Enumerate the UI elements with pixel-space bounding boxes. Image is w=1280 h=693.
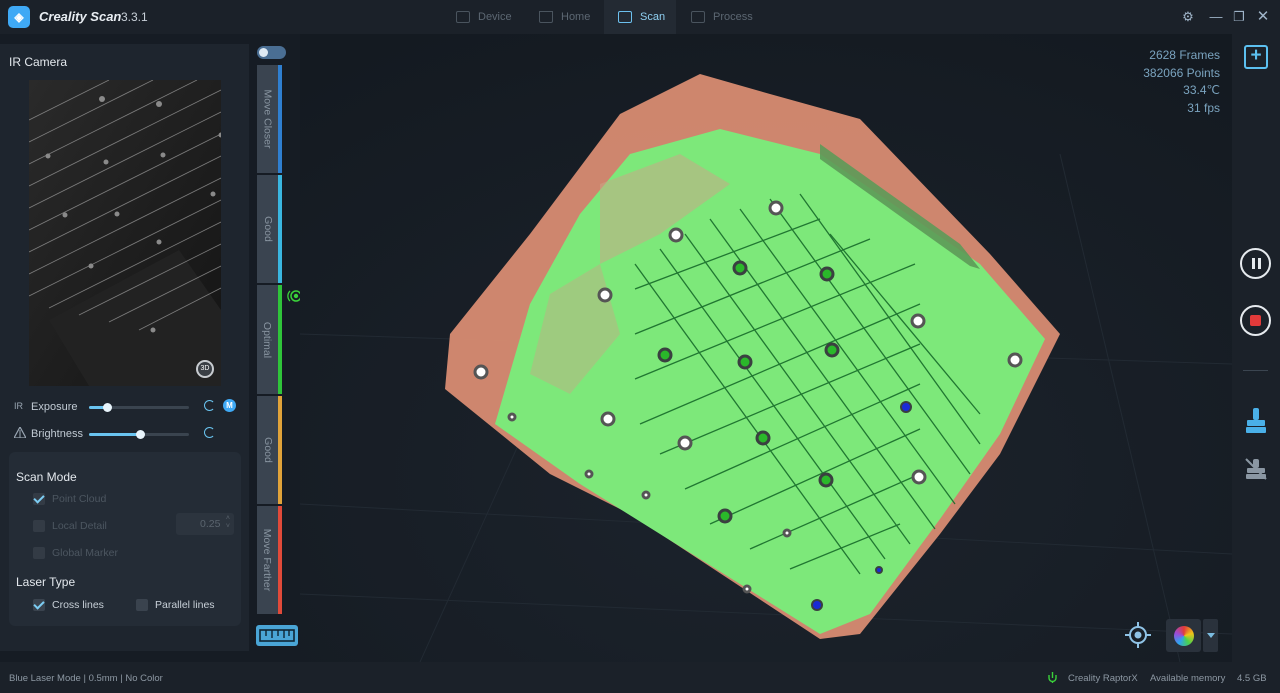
tab-home[interactable]: Home — [528, 0, 604, 34]
global-marker-label: Global Marker — [52, 547, 118, 559]
color-wheel-icon — [1174, 626, 1194, 646]
device-name: Creality RaptorX — [1068, 673, 1138, 684]
app-window: ◈ Creality Scan 3.3.1 Device Home Scan P… — [0, 0, 1280, 693]
spin-arrows-icon[interactable]: ˄ ˅ — [226, 515, 230, 531]
scan-stats: 2628 Frames 382066 Points 33.4℃ 31 fps — [1143, 47, 1220, 117]
ir-laser-lines — [29, 80, 221, 386]
temperature-stat: 33.4℃ — [1183, 83, 1220, 97]
point-cloud-checkbox[interactable] — [33, 493, 45, 505]
ir-camera-preview: 3D — [29, 80, 221, 386]
brightness-icon — [14, 427, 26, 438]
cross-lines-label: Cross lines — [52, 599, 104, 611]
toolbar-divider — [1243, 370, 1268, 371]
settings-gear-icon[interactable]: ⚙ — [1180, 9, 1196, 25]
local-detail-label: Local Detail — [52, 520, 107, 532]
scan-settings-box: Scan Mode Point Cloud Local Detail 0.25 … — [9, 452, 241, 626]
laser-type-title: Laser Type — [16, 575, 76, 589]
tab-scan[interactable]: Scan — [604, 0, 676, 34]
left-panel: IR Camera 3D IR Exposure M Brightness Sc… — [0, 44, 249, 651]
option-parallel-lines[interactable]: Parallel lines — [136, 598, 215, 612]
points-stat: 382066 Points — [1143, 65, 1220, 80]
status-bar: Blue Laser Mode | 0.5mm | No Color Creal… — [0, 662, 1280, 693]
tab-device[interactable]: Device — [444, 0, 524, 34]
option-global-marker[interactable]: Global Marker — [33, 546, 118, 560]
process-icon — [691, 11, 705, 23]
scan-3d-viewport[interactable] — [299, 34, 1233, 663]
tab-home-label: Home — [561, 11, 591, 23]
distance-label: Good — [261, 437, 274, 463]
brightness-slider[interactable] — [89, 430, 189, 439]
distance-segment-good-near: Good — [257, 175, 282, 283]
app-name: Creality Scan — [39, 9, 122, 24]
device-icon — [456, 11, 470, 23]
distance-segment-good-far: Good — [257, 396, 282, 504]
stop-button[interactable] — [1240, 305, 1271, 336]
distance-label: Move Farther — [261, 528, 274, 592]
brightness-slider-handle[interactable] — [136, 430, 145, 439]
local-detail-value: 0.25 — [200, 518, 221, 530]
frames-stat: 2628 Frames — [1149, 48, 1220, 62]
local-detail-spinbox[interactable]: 0.25 ˄ ˅ — [176, 513, 234, 535]
parallel-lines-label: Parallel lines — [155, 599, 215, 611]
distance-segment-move-farther: Move Farther — [257, 506, 282, 614]
scan-mode-title: Scan Mode — [16, 470, 77, 484]
exposure-prefix: IR — [14, 401, 23, 411]
ruler-icon[interactable] — [256, 625, 298, 646]
device-connected-icon — [1048, 672, 1057, 683]
close-button[interactable]: ✕ — [1255, 9, 1271, 25]
distance-label: Move Closer — [261, 89, 274, 149]
minimize-button[interactable]: — — [1208, 9, 1224, 25]
exposure-reset-icon[interactable] — [204, 400, 215, 411]
title-bar: ◈ Creality Scan 3.3.1 Device Home Scan P… — [0, 0, 1280, 34]
distance-bar-toggle[interactable] — [257, 46, 286, 59]
point-cloud-render[interactable] — [299, 34, 1233, 663]
manual-mode-badge[interactable]: M — [223, 399, 236, 412]
tab-process-label: Process — [713, 11, 753, 23]
recenter-target-icon[interactable] — [1124, 621, 1152, 649]
app-logo-icon: ◈ — [8, 6, 30, 28]
option-local-detail[interactable]: Local Detail — [33, 519, 107, 533]
fps-stat: 31 fps — [1187, 100, 1220, 115]
app-version: 3.3.1 — [121, 10, 148, 24]
color-mode-dropdown[interactable] — [1203, 619, 1218, 652]
cross-lines-checkbox[interactable] — [33, 599, 45, 611]
brightness-reset-icon[interactable] — [204, 427, 215, 438]
distance-label: Good — [261, 216, 274, 242]
exposure-row: IR Exposure M — [14, 399, 244, 415]
option-cross-lines[interactable]: Cross lines — [33, 598, 104, 612]
distance-label: Optimal — [261, 321, 274, 358]
option-point-cloud[interactable]: Point Cloud — [33, 492, 106, 506]
ir-camera-title: IR Camera — [9, 55, 68, 69]
parallel-lines-checkbox[interactable] — [136, 599, 148, 611]
tab-scan-label: Scan — [640, 11, 666, 23]
point-cloud-label: Point Cloud — [52, 493, 107, 505]
right-toolbar — [1232, 34, 1280, 662]
brightness-label: Brightness — [31, 428, 83, 440]
tab-process[interactable]: Process — [680, 0, 766, 34]
distance-segment-move-closer: Move Closer — [257, 65, 282, 173]
exposure-slider-handle[interactable] — [103, 403, 112, 412]
pause-button[interactable] — [1240, 248, 1271, 279]
memory-label: Available memory — [1150, 673, 1226, 684]
add-scan-icon[interactable]: + — [1244, 45, 1268, 69]
brightness-row: Brightness — [14, 426, 244, 442]
color-mode-button[interactable] — [1166, 619, 1201, 652]
global-marker-checkbox[interactable] — [33, 547, 45, 559]
brush-disabled-icon[interactable] — [1245, 458, 1267, 480]
ir-preview-badge-icon[interactable]: 3D — [196, 360, 214, 378]
exposure-label: Exposure — [31, 401, 78, 413]
local-detail-checkbox[interactable] — [33, 520, 45, 532]
brush-icon[interactable] — [1245, 408, 1267, 434]
distance-segment-optimal: Optimal — [257, 285, 282, 394]
home-icon — [539, 11, 553, 23]
maximize-button[interactable]: ❐ — [1231, 9, 1247, 25]
exposure-slider[interactable] — [89, 403, 189, 412]
tab-device-label: Device — [478, 11, 512, 23]
scan-mode-status: Blue Laser Mode | 0.5mm | No Color — [9, 673, 163, 684]
memory-value: 4.5 GB — [1237, 673, 1267, 684]
scan-icon — [618, 11, 632, 23]
